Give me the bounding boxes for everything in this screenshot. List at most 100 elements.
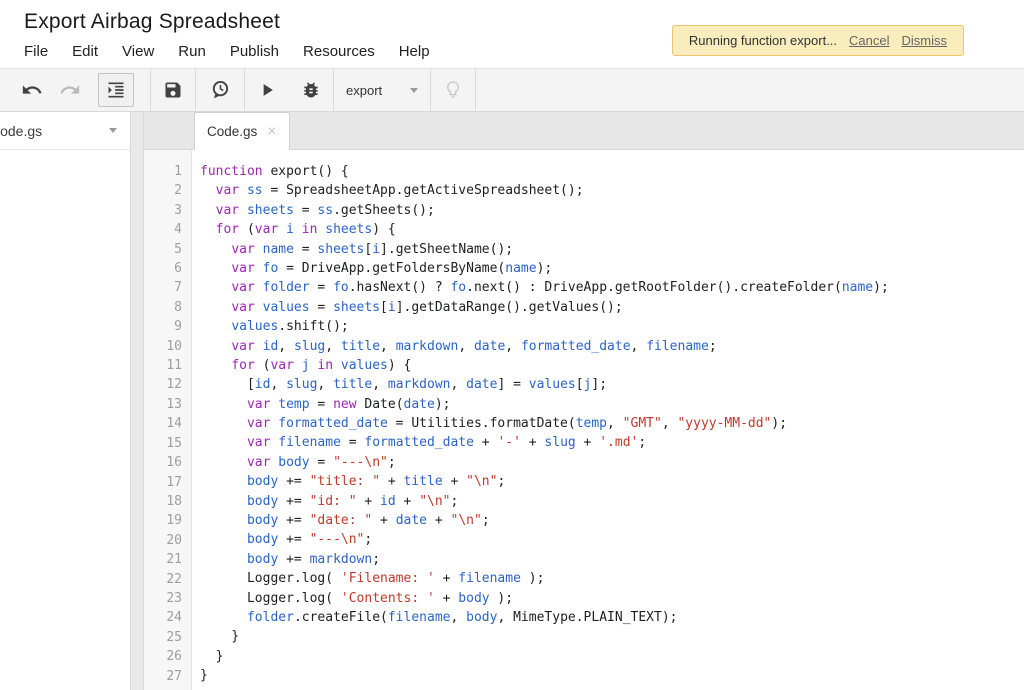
line-number: 6 — [144, 259, 182, 278]
caret-down-icon — [410, 88, 418, 93]
line-number: 19 — [144, 511, 182, 530]
menu-run[interactable]: Run — [178, 43, 206, 60]
code-line: body += "---\n"; — [200, 530, 1024, 549]
debug-button[interactable] — [289, 68, 333, 112]
execution-transcript-button[interactable] — [196, 68, 244, 112]
line-number-gutter: 1234567891011121314151617181920212223242… — [144, 150, 192, 690]
redo-button[interactable] — [58, 78, 82, 102]
line-number: 25 — [144, 628, 182, 647]
code-pane: 1234567891011121314151617181920212223242… — [144, 150, 1024, 690]
line-number: 8 — [144, 298, 182, 317]
hints-lightbulb-button[interactable] — [431, 68, 475, 112]
code-line: for (var j in values) { — [200, 356, 1024, 375]
line-number: 4 — [144, 220, 182, 239]
code-line: var formatted_date = Utilities.formatDat… — [200, 414, 1024, 433]
run-button[interactable] — [245, 68, 289, 112]
line-number: 14 — [144, 414, 182, 433]
menu-edit[interactable]: Edit — [72, 43, 98, 60]
toolbar: export — [0, 68, 1024, 112]
lightbulb-icon — [442, 79, 464, 101]
undo-icon — [21, 79, 43, 101]
code-line: var id, slug, title, markdown, date, for… — [200, 337, 1024, 356]
code-line: var body = "---\n"; — [200, 453, 1024, 472]
code-line: var fo = DriveApp.getFoldersByName(name)… — [200, 259, 1024, 278]
code-line: body += "title: " + title + "\n"; — [200, 472, 1024, 491]
sidebar-splitter[interactable] — [130, 112, 144, 690]
line-number: 1 — [144, 162, 182, 181]
toolbar-separator — [475, 68, 476, 112]
line-number: 18 — [144, 492, 182, 511]
header: Export Airbag Spreadsheet File Edit View… — [0, 0, 1024, 68]
code-line: var values = sheets[i].getDataRange().ge… — [200, 298, 1024, 317]
line-number: 15 — [144, 434, 182, 453]
line-number: 22 — [144, 570, 182, 589]
caret-down-icon — [109, 128, 117, 133]
code-line: for (var i in sheets) { — [200, 220, 1024, 239]
code-line: } — [200, 647, 1024, 666]
code-line: body += "date: " + date + "\n"; — [200, 511, 1024, 530]
line-number: 11 — [144, 356, 182, 375]
files-sidebar: Code.gs — [0, 112, 130, 690]
indent-icon — [106, 80, 126, 100]
banner-message: Running function export... — [689, 33, 837, 48]
line-number: 2 — [144, 181, 182, 200]
code-line: var ss = SpreadsheetApp.getActiveSpreads… — [200, 181, 1024, 200]
code-line: } — [200, 627, 1024, 646]
main-area: Code.gs Code.gs × 1234567891011121314151… — [0, 112, 1024, 690]
line-number: 20 — [144, 531, 182, 550]
function-select-value: export — [346, 83, 382, 98]
code-line: function export() { — [200, 162, 1024, 181]
code-line: var temp = new Date(date); — [200, 395, 1024, 414]
function-select[interactable]: export — [334, 68, 430, 112]
line-number: 5 — [144, 240, 182, 259]
code-content[interactable]: function export() { var ss = Spreadsheet… — [192, 150, 1024, 690]
line-number: 13 — [144, 395, 182, 414]
run-play-icon — [257, 80, 277, 100]
code-line: var name = sheets[i].getSheetName(); — [200, 240, 1024, 259]
line-number: 27 — [144, 667, 182, 686]
sidebar-body — [0, 150, 130, 690]
cancel-link[interactable]: Cancel — [849, 33, 889, 48]
code-line: var folder = fo.hasNext() ? fo.next() : … — [200, 278, 1024, 297]
code-line: Logger.log( 'Contents: ' + body ); — [200, 589, 1024, 608]
redo-icon — [59, 79, 81, 101]
undo-button[interactable] — [20, 78, 44, 102]
line-number: 26 — [144, 647, 182, 666]
code-line: var sheets = ss.getSheets(); — [200, 201, 1024, 220]
code-line: body += "id: " + id + "\n"; — [200, 492, 1024, 511]
menu-help[interactable]: Help — [399, 43, 430, 60]
editor: Code.gs × 123456789101112131415161718192… — [144, 112, 1024, 690]
tab-strip: Code.gs × — [144, 112, 1024, 150]
code-line: values.shift(); — [200, 317, 1024, 336]
menu-view[interactable]: View — [122, 43, 154, 60]
line-number: 16 — [144, 453, 182, 472]
menu-publish[interactable]: Publish — [230, 43, 279, 60]
tab-label: Code.gs — [207, 124, 257, 139]
code-line: body += markdown; — [200, 550, 1024, 569]
line-number: 21 — [144, 550, 182, 569]
running-function-banner: Running function export... Cancel Dismis… — [672, 25, 964, 56]
tab-code-gs[interactable]: Code.gs × — [194, 112, 290, 150]
code-line: folder.createFile(filename, body, MimeTy… — [200, 608, 1024, 627]
code-line: [id, slug, title, markdown, date] = valu… — [200, 375, 1024, 394]
bug-icon — [301, 80, 321, 100]
code-line: var filename = formatted_date + '-' + sl… — [200, 433, 1024, 452]
execution-transcript-icon — [209, 79, 231, 101]
code-line: Logger.log( 'Filename: ' + filename ); — [200, 569, 1024, 588]
save-button[interactable] — [151, 68, 195, 112]
menu-resources[interactable]: Resources — [303, 43, 375, 60]
save-icon — [163, 80, 183, 100]
apps-script-editor-window: Export Airbag Spreadsheet File Edit View… — [0, 0, 1024, 690]
line-number: 10 — [144, 337, 182, 356]
line-number: 3 — [144, 201, 182, 220]
line-number: 24 — [144, 608, 182, 627]
tab-close-icon[interactable]: × — [267, 124, 276, 140]
line-number: 17 — [144, 473, 182, 492]
file-list-item-code-gs[interactable]: Code.gs — [0, 112, 130, 150]
code-line: } — [200, 666, 1024, 685]
file-list-item-label: Code.gs — [0, 123, 42, 139]
menu-file[interactable]: File — [24, 43, 48, 60]
line-number: 9 — [144, 317, 182, 336]
indent-button[interactable] — [98, 73, 134, 107]
dismiss-link[interactable]: Dismiss — [902, 33, 948, 48]
